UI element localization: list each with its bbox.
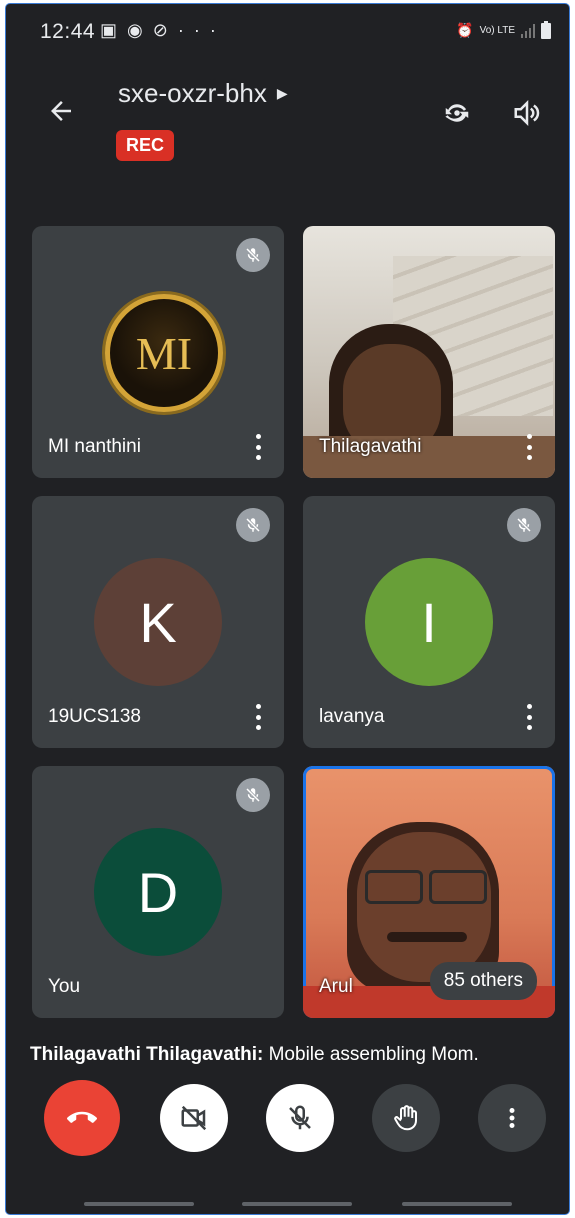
camera-toggle-button[interactable] xyxy=(160,1084,228,1152)
switch-camera-icon[interactable] xyxy=(442,98,472,128)
chrome-icon: ◉ xyxy=(127,20,153,40)
mic-off-icon xyxy=(236,508,270,542)
caption-text: Mobile assembling Mom. xyxy=(263,1044,479,1065)
caption-speaker: Thilagavathi Thilagavathi: xyxy=(30,1044,264,1065)
network-label: Vo) LTE xyxy=(479,25,515,36)
participant-name: 19UCS138 xyxy=(48,706,141,727)
participant-tile[interactable]: Arul 85 others xyxy=(303,766,555,1018)
mic-off-icon xyxy=(507,508,541,542)
participant-tile[interactable]: I lavanya xyxy=(303,496,555,748)
others-badge[interactable]: 85 others xyxy=(429,962,537,1000)
mic-off-icon xyxy=(236,778,270,812)
speaker-icon[interactable] xyxy=(512,98,542,128)
recording-badge: REC xyxy=(116,130,175,161)
end-call-button[interactable] xyxy=(44,1080,120,1156)
nav-recent-apps[interactable] xyxy=(84,1202,194,1206)
signal-icon xyxy=(521,23,535,38)
mic-toggle-button[interactable] xyxy=(266,1084,334,1152)
nav-back[interactable] xyxy=(402,1202,512,1206)
more-dots-icon: ··· xyxy=(177,20,226,40)
more-vert-icon[interactable] xyxy=(525,704,533,730)
participant-name: lavanya xyxy=(319,706,385,727)
meeting-code-label: sxe-oxzr-bhx xyxy=(118,78,267,108)
participant-name: Arul xyxy=(319,976,353,997)
call-header: sxe-oxzr-bhx ▶ REC xyxy=(6,64,569,174)
live-caption: Thilagavathi Thilagavathi: Mobile assemb… xyxy=(30,1044,479,1066)
alarm-icon: ⏰ xyxy=(456,22,474,38)
phone-screen: 12:44 ▣◉⊘··· ⏰ Vo) LTE sxe-oxzr-bhx ▶ REC xyxy=(6,4,569,1214)
blocked-icon: ⊘ xyxy=(152,20,178,40)
image-icon: ▣ xyxy=(100,20,128,40)
participant-tile[interactable]: K 19UCS138 xyxy=(32,496,284,748)
participant-tile[interactable]: D You xyxy=(32,766,284,1018)
participant-logo: MI xyxy=(105,294,223,412)
avatar: I xyxy=(365,558,493,686)
status-right: ⏰ Vo) LTE xyxy=(456,20,551,39)
end-call-icon xyxy=(67,1111,97,1123)
participant-name: Thilagavathi xyxy=(319,436,422,457)
more-vert-icon[interactable] xyxy=(254,434,262,460)
more-vert-icon[interactable] xyxy=(254,704,262,730)
participant-name: You xyxy=(48,976,81,997)
raise-hand-icon xyxy=(394,1105,417,1131)
more-vert-icon[interactable] xyxy=(525,434,533,460)
more-options-button[interactable] xyxy=(478,1084,546,1152)
raise-hand-button[interactable] xyxy=(372,1084,440,1152)
logo-text: MI xyxy=(135,327,193,379)
status-time: 12:44 xyxy=(40,20,96,43)
participant-name: MI nanthini xyxy=(48,436,141,457)
meeting-code[interactable]: sxe-oxzr-bhx ▶ xyxy=(118,78,288,109)
back-arrow-icon[interactable] xyxy=(46,96,76,126)
avatar: D xyxy=(94,828,222,956)
more-vert-icon xyxy=(509,1108,515,1128)
participant-tile[interactable]: Thilagavathi xyxy=(303,226,555,478)
mic-off-icon xyxy=(289,1105,311,1130)
participant-tile[interactable]: MI MI nanthini xyxy=(32,226,284,478)
status-bar: 12:44 ▣◉⊘··· ⏰ Vo) LTE xyxy=(6,4,569,56)
nav-home[interactable] xyxy=(242,1202,352,1206)
chevron-right-icon: ▶ xyxy=(276,85,288,101)
status-icons: ▣◉⊘··· xyxy=(100,20,226,41)
battery-icon xyxy=(541,20,551,39)
avatar: K xyxy=(94,558,222,686)
camera-off-icon xyxy=(181,1105,207,1131)
mic-off-icon xyxy=(236,238,270,272)
